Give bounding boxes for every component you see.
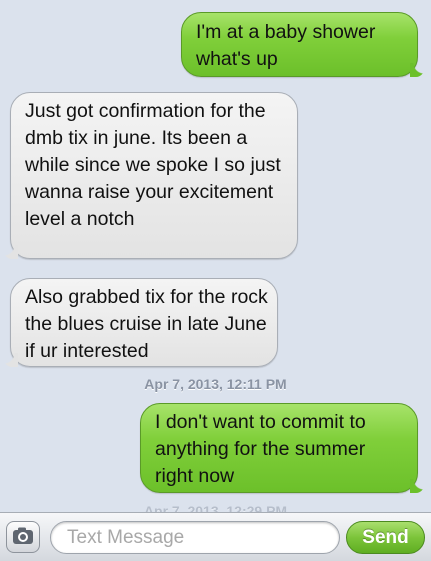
camera-icon (13, 527, 33, 544)
message-thread: I'm at a baby shower what's up Just got … (0, 0, 431, 512)
outgoing-message-bubble[interactable]: I don't want to commit to anything for t… (140, 403, 424, 493)
message-text: I'm at a baby shower what's up (196, 21, 376, 70)
incoming-message-bubble[interactable]: Also grabbed tix for the rock the blues … (4, 278, 278, 367)
message-text: Just got confirmation for the dmb tix in… (25, 100, 281, 230)
message-composer-bar: Send (0, 512, 431, 561)
message-input[interactable] (50, 521, 340, 554)
incoming-message-bubble[interactable]: Just got confirmation for the dmb tix in… (4, 92, 298, 259)
camera-button[interactable] (6, 521, 40, 553)
outgoing-message-bubble[interactable]: I'm at a baby shower what's up (181, 12, 424, 77)
message-text: Also grabbed tix for the rock the blues … (25, 286, 268, 362)
timestamp: Apr 7, 2013, 12:29 PM (143, 503, 288, 512)
timestamp: Apr 7, 2013, 12:11 PM (144, 376, 287, 392)
message-text: I don't want to commit to anything for t… (155, 411, 366, 487)
send-button[interactable]: Send (346, 521, 425, 554)
